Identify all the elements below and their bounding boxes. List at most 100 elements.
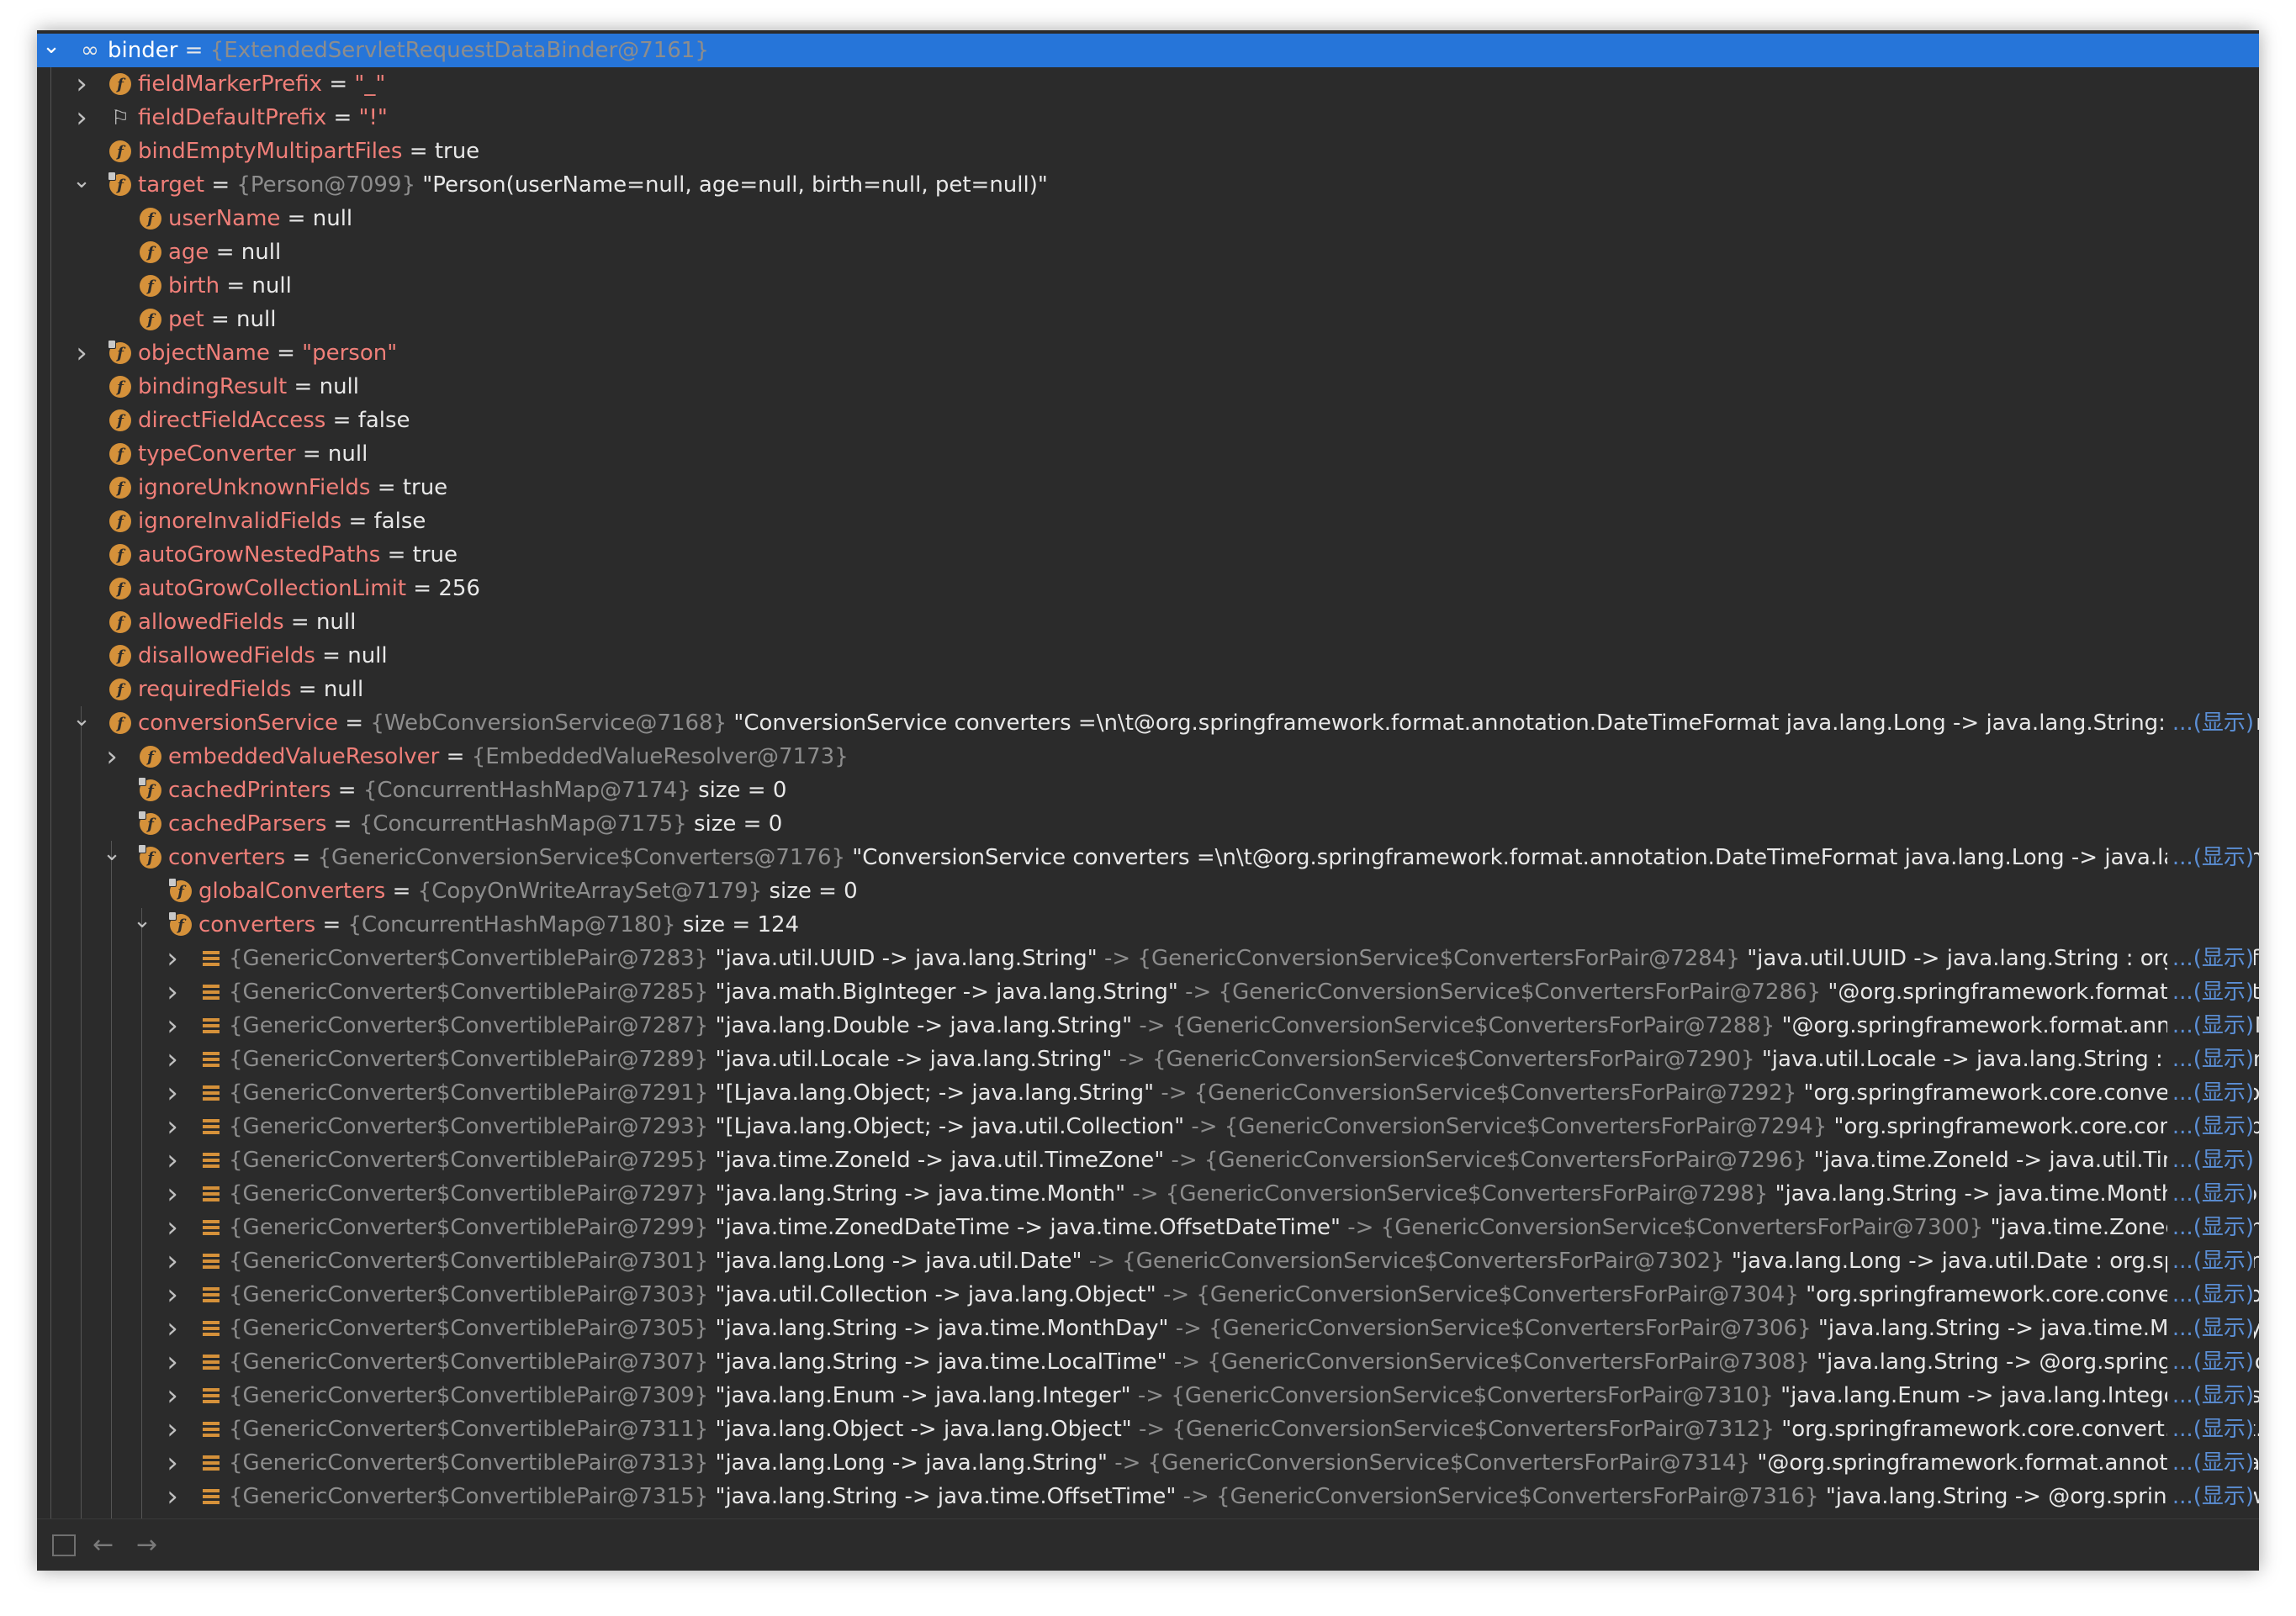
tree-row[interactable]: f typeConverter = null	[37, 437, 2259, 471]
tree-row[interactable]: ⌄ f converters = {ConcurrentHashMap@7180} …	[37, 908, 2259, 942]
variable-name: ignoreInvalidFields	[138, 509, 342, 534]
tree-row[interactable]: › {GenericConverter$ConvertiblePair@7301}…	[37, 1244, 2259, 1278]
show-full-value-link[interactable]: ...(显示)	[2166, 1446, 2254, 1480]
chevron-right-icon[interactable]: ›	[161, 1480, 183, 1513]
chevron-down-icon[interactable]: ⌄	[71, 168, 93, 198]
tree-row[interactable]: › {GenericConverter$ConvertiblePair@7285}…	[37, 975, 2259, 1009]
tree-row[interactable]: › {GenericConverter$ConvertiblePair@7305}…	[37, 1312, 2259, 1345]
tree-row[interactable]: f cachedParsers = {ConcurrentHashMap@7175…	[37, 807, 2259, 841]
chevron-right-icon[interactable]: ›	[101, 740, 123, 774]
show-full-value-link[interactable]: ...(显示)	[2166, 1110, 2254, 1143]
tree-row-text: binder = {ExtendedServletRequestDataBind…	[108, 34, 709, 67]
chevron-right-icon[interactable]: ›	[161, 1345, 183, 1379]
chevron-right-icon[interactable]: ›	[161, 975, 183, 1009]
tree-row[interactable]: › {GenericConverter$ConvertiblePair@7297}…	[37, 1177, 2259, 1211]
tree-row[interactable]: › {GenericConverter$ConvertiblePair@7289}…	[37, 1043, 2259, 1076]
tree-row[interactable]: f disallowedFields = null	[37, 639, 2259, 673]
tree-row[interactable]: f birth = null	[37, 269, 2259, 303]
show-full-value-link[interactable]: ...(显示)	[2166, 1312, 2254, 1345]
tree-row[interactable]: › {GenericConverter$ConvertiblePair@7293}…	[37, 1110, 2259, 1143]
show-full-value-link[interactable]: ...(显示)	[2166, 1480, 2254, 1513]
tree-row[interactable]: ⌄ f target = {Person@7099} "Person(userNam…	[37, 168, 2259, 202]
tree-row[interactable]: f globalConverters = {CopyOnWriteArraySet…	[37, 874, 2259, 908]
chevron-right-icon[interactable]: ›	[71, 67, 93, 101]
tree-row[interactable]: › f fieldMarkerPrefix = "_"	[37, 67, 2259, 101]
tree-row[interactable]: f userName = null	[37, 202, 2259, 235]
tree-row[interactable]: ⌄ ∞ binder = {ExtendedServletRequestDataBi…	[37, 34, 2259, 67]
tree-row-text: {GenericConverter$ConvertiblePair@7287} …	[229, 1009, 2259, 1043]
chevron-right-icon[interactable]: ›	[161, 1110, 183, 1143]
tree-row[interactable]: f pet = null	[37, 303, 2259, 336]
tree-row-text: cachedParsers = {ConcurrentHashMap@7175}…	[168, 807, 782, 841]
tree-row[interactable]: › {GenericConverter$ConvertiblePair@7311}…	[37, 1413, 2259, 1446]
show-full-value-link[interactable]: ...(显示)	[2166, 942, 2254, 975]
tree-row[interactable]: f requiredFields = null	[37, 673, 2259, 706]
show-full-value-link[interactable]: ...(显示)	[2166, 1211, 2254, 1244]
tree-row[interactable]: ⌄ f conversionService = {WebConversionServ…	[37, 706, 2259, 740]
tree-row[interactable]: f ignoreUnknownFields = true	[37, 471, 2259, 504]
variable-type: {GenericConverter$ConvertiblePair@7307}	[229, 1349, 716, 1375]
tree-row[interactable]: f autoGrowCollectionLimit = 256	[37, 572, 2259, 605]
tree-row[interactable]: › f embeddedValueResolver = {EmbeddedValue…	[37, 740, 2259, 774]
chevron-right-icon[interactable]: ›	[161, 1244, 183, 1278]
show-full-value-link[interactable]: ...(显示)	[2166, 1345, 2254, 1379]
tree-row[interactable]: › {GenericConverter$ConvertiblePair@7287}…	[37, 1009, 2259, 1043]
chevron-right-icon[interactable]: ›	[161, 1177, 183, 1211]
tree-row[interactable]: › {GenericConverter$ConvertiblePair@7315}…	[37, 1480, 2259, 1513]
show-full-value-link[interactable]: ...(显示)	[2166, 841, 2254, 874]
tree-row[interactable]: f bindingResult = null	[37, 370, 2259, 404]
variable-value: null	[312, 206, 353, 231]
tree-row[interactable]: f bindEmptyMultipartFiles = true	[37, 135, 2259, 168]
show-full-value-link[interactable]: ...(显示)	[2166, 1413, 2254, 1446]
chevron-right-icon[interactable]: ›	[161, 1446, 183, 1480]
chevron-right-icon[interactable]: ›	[161, 1043, 183, 1076]
tree-row[interactable]: › {GenericConverter$ConvertiblePair@7303}…	[37, 1278, 2259, 1312]
tree-row[interactable]: › {GenericConverter$ConvertiblePair@7283}…	[37, 942, 2259, 975]
chevron-down-icon[interactable]: ⌄	[40, 34, 62, 63]
tree-row[interactable]: f cachedPrinters = {ConcurrentHashMap@717…	[37, 774, 2259, 807]
chevron-down-icon[interactable]: ⌄	[131, 908, 153, 937]
tree-row[interactable]: f ignoreInvalidFields = false	[37, 504, 2259, 538]
tree-row[interactable]: › {GenericConverter$ConvertiblePair@7313}…	[37, 1446, 2259, 1480]
show-full-value-link[interactable]: ...(显示)	[2166, 1043, 2254, 1076]
tree-row[interactable]: ⌄ f converters = {GenericConversionService…	[37, 841, 2259, 874]
tree-row[interactable]: f age = null	[37, 235, 2259, 269]
chevron-right-icon[interactable]: ›	[161, 1312, 183, 1345]
chevron-down-icon[interactable]: ⌄	[101, 841, 123, 870]
chevron-right-icon[interactable]: ›	[71, 101, 93, 135]
tree-row[interactable]: f directFieldAccess = false	[37, 404, 2259, 437]
table-view-icon[interactable]	[52, 1531, 77, 1560]
chevron-right-icon[interactable]: ›	[161, 1379, 183, 1413]
arrow-left-icon[interactable]: ←	[93, 1531, 114, 1560]
equals-sign: =	[204, 172, 237, 198]
chevron-right-icon[interactable]: ›	[161, 1076, 183, 1110]
tree-row[interactable]: › {GenericConverter$ConvertiblePair@7299}…	[37, 1211, 2259, 1244]
chevron-right-icon[interactable]: ›	[161, 1278, 183, 1312]
chevron-down-icon[interactable]: ⌄	[71, 706, 93, 736]
show-full-value-link[interactable]: ...(显示)	[2166, 1076, 2254, 1110]
tree-row[interactable]: › {GenericConverter$ConvertiblePair@7307}…	[37, 1345, 2259, 1379]
show-full-value-link[interactable]: ...(显示)	[2166, 706, 2254, 740]
chevron-right-icon[interactable]: ›	[161, 1009, 183, 1043]
chevron-right-icon[interactable]: ›	[161, 1143, 183, 1177]
show-full-value-link[interactable]: ...(显示)	[2166, 1379, 2254, 1413]
chevron-right-icon[interactable]: ›	[71, 336, 93, 370]
chevron-right-icon[interactable]: ›	[161, 1413, 183, 1446]
show-full-value-link[interactable]: ...(显示)	[2166, 1177, 2254, 1211]
tree-row[interactable]: › {GenericConverter$ConvertiblePair@7309}…	[37, 1379, 2259, 1413]
tree-row[interactable]: › {GenericConverter$ConvertiblePair@7291}…	[37, 1076, 2259, 1110]
chevron-right-icon[interactable]: ›	[161, 942, 183, 975]
tree-row[interactable]: › f objectName = "person"	[37, 336, 2259, 370]
show-full-value-link[interactable]: ...(显示)	[2166, 1143, 2254, 1177]
show-full-value-link[interactable]: ...(显示)	[2166, 975, 2254, 1009]
tree-row[interactable]: › {GenericConverter$ConvertiblePair@7295}…	[37, 1143, 2259, 1177]
tree-row[interactable]: f autoGrowNestedPaths = true	[37, 538, 2259, 572]
show-full-value-link[interactable]: ...(显示)	[2166, 1278, 2254, 1312]
show-full-value-link[interactable]: ...(显示)	[2166, 1244, 2254, 1278]
tree-row[interactable]: › ⚐ fieldDefaultPrefix = "!"	[37, 101, 2259, 135]
chevron-right-icon[interactable]: ›	[161, 1211, 183, 1244]
field-icon: f	[109, 712, 131, 734]
arrow-right-icon[interactable]: →	[136, 1531, 157, 1560]
show-full-value-link[interactable]: ...(显示)	[2166, 1009, 2254, 1043]
tree-row[interactable]: f allowedFields = null	[37, 605, 2259, 639]
